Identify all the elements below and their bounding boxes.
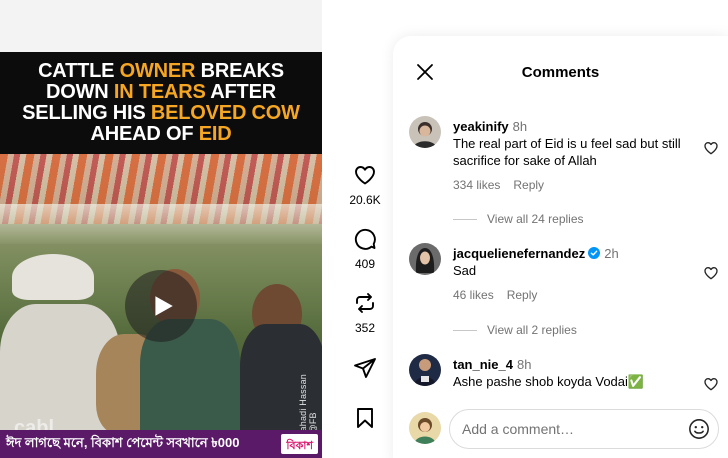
save-action[interactable]: [340, 406, 390, 430]
avatar[interactable]: [409, 116, 441, 148]
play-button[interactable]: [125, 270, 197, 342]
panel-title: Comments: [521, 64, 600, 81]
view-replies-label: View all 24 replies: [487, 212, 584, 226]
like-action[interactable]: 20.6K: [340, 163, 390, 207]
avatar[interactable]: [409, 354, 441, 386]
comment-body: jacquelienefernandez 2h Sad 46 likes Reply: [453, 245, 703, 302]
ad-ticker: ঈদ লাগছে মনে, বিকাশ পেমেন্ট সবখানে ৳000 …: [0, 430, 322, 458]
video-player[interactable]: CATTLE OWNER BREAKS DOWN IN TEARS AFTER …: [0, 52, 322, 458]
comment-action[interactable]: 409: [340, 227, 390, 271]
comment-username[interactable]: jacquelienefernandez: [453, 246, 585, 261]
repost-icon[interactable]: [353, 291, 377, 315]
headline-segment: AHEAD OF: [90, 123, 199, 145]
profile-avatar-icon: [409, 412, 441, 444]
headline-highlight: BELOVED COW: [150, 102, 300, 124]
repost-count: 352: [354, 321, 376, 335]
comments-panel: Comments yeakinify 8h The real part of Ei…: [393, 36, 728, 458]
headline-highlight: OWNER: [119, 60, 196, 82]
ticker-text: ঈদ লাগছে মনে, বিকাশ পেমেন্ট সবখানে ৳000: [6, 434, 240, 450]
avatar[interactable]: [409, 243, 441, 275]
comment-input[interactable]: [462, 410, 682, 448]
comment-likes[interactable]: 334 likes: [453, 178, 500, 192]
verified-badge-icon: [588, 247, 601, 259]
video-frame: cabl gram Via: Mahadi Hassan Rubel@FB: [0, 154, 322, 458]
play-icon: [155, 296, 173, 316]
headline-text: CATTLE OWNER BREAKS DOWN IN TEARS AFTER …: [10, 61, 312, 145]
user-avatar-icon: [409, 243, 441, 275]
repost-action[interactable]: 352: [340, 291, 390, 335]
headline-highlight: EID: [198, 123, 232, 145]
view-replies-label: View all 2 replies: [487, 323, 577, 337]
user-avatar-icon: [409, 116, 441, 148]
share-icon[interactable]: [353, 356, 377, 380]
comment-time: 8h: [516, 357, 532, 372]
comment-likes[interactable]: 46 likes: [453, 288, 494, 302]
like-count: 20.6K: [349, 193, 381, 207]
comment-meta: 46 likes Reply: [453, 288, 703, 302]
comments-header: Comments: [393, 36, 728, 108]
headline-highlight: IN TEARS: [113, 81, 206, 103]
comment-header: yeakinify 8h: [453, 118, 703, 135]
comment-username[interactable]: tan_nie_4: [453, 357, 513, 372]
comment-time: 2h: [604, 246, 619, 261]
person-cap: [12, 254, 94, 300]
ticker-brand: বিকাশ: [281, 434, 318, 454]
bookmark-icon[interactable]: [353, 406, 377, 430]
comment-header: tan_nie_4 8h: [453, 356, 703, 373]
reply-button[interactable]: Reply: [507, 288, 538, 302]
comment-time: 8h: [512, 119, 528, 134]
comment-like-icon[interactable]: [703, 376, 719, 392]
comment-username[interactable]: yeakinify: [453, 119, 509, 134]
video-pane: CATTLE OWNER BREAKS DOWN IN TEARS AFTER …: [0, 0, 322, 458]
comment-body: yeakinify 8h The real part of Eid is u fe…: [453, 118, 703, 192]
my-avatar: [409, 412, 441, 444]
share-action[interactable]: [340, 356, 390, 380]
comment-text: Ashe pashe shob koyda Vodai✅: [453, 374, 645, 389]
comment-input-wrapper[interactable]: [449, 409, 719, 449]
comment-count: 409: [354, 257, 376, 271]
emoji-icon[interactable]: [688, 418, 710, 440]
view-replies-link[interactable]: View all 2 replies: [453, 323, 577, 337]
comment-like-icon[interactable]: [703, 265, 719, 281]
background-haze: [0, 204, 322, 244]
reply-button[interactable]: Reply: [513, 178, 544, 192]
divider-line: [453, 329, 477, 331]
user-avatar-icon: [409, 354, 441, 386]
comment-body: tan_nie_4 8h Ashe pashe shob koyda Vodai✅: [453, 356, 703, 390]
comment-icon[interactable]: [353, 227, 377, 251]
view-replies-link[interactable]: View all 24 replies: [453, 212, 584, 226]
video-headline: CATTLE OWNER BREAKS DOWN IN TEARS AFTER …: [0, 52, 322, 154]
comment-header: jacquelienefernandez 2h: [453, 245, 703, 262]
heart-icon[interactable]: [353, 163, 377, 187]
comment-meta: 334 likes Reply: [453, 178, 703, 192]
comment-composer: [409, 409, 727, 449]
headline-segment: CATTLE: [38, 60, 120, 82]
comment-text: Sad: [453, 263, 477, 278]
divider-line: [453, 218, 477, 220]
comment-text: The real part of Eid is u feel sad but s…: [453, 136, 681, 168]
comment-like-icon[interactable]: [703, 140, 719, 156]
